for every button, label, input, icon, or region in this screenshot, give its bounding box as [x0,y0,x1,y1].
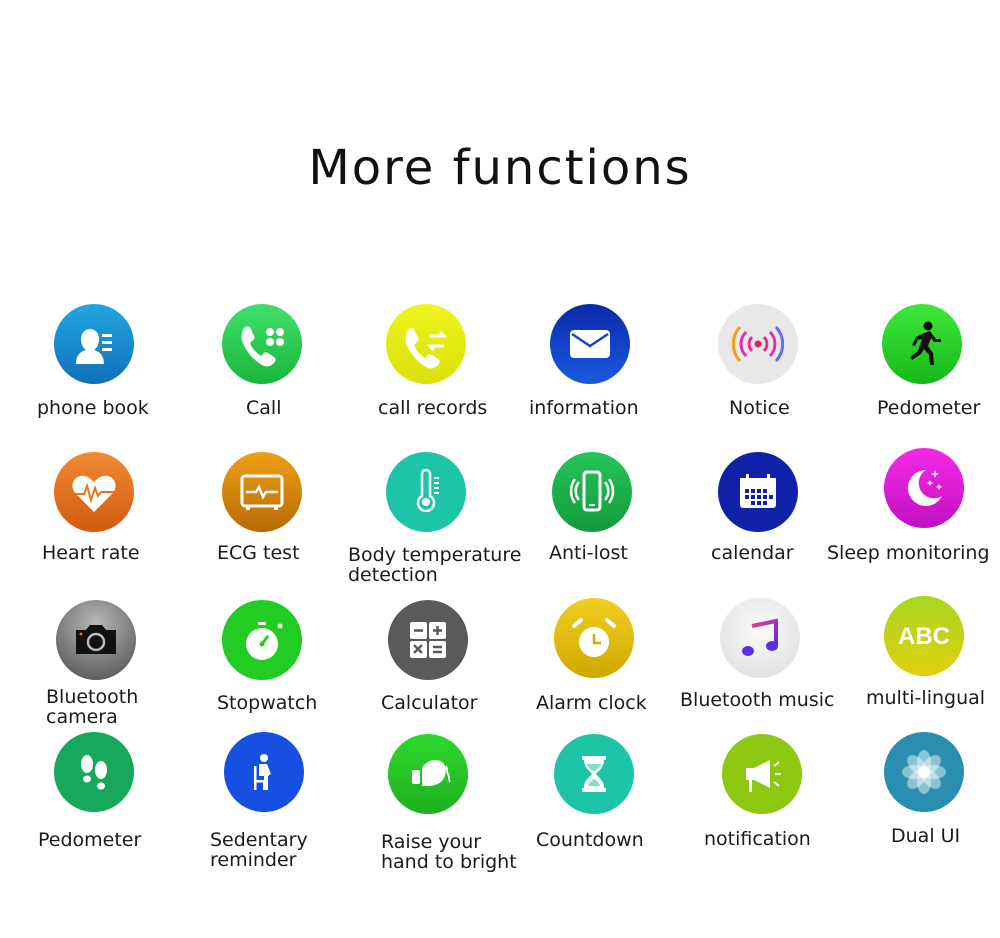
abc-text-icon: ABC [884,596,964,676]
function-label: Call [246,397,282,419]
hourglass-icon [554,734,634,814]
function-label: Sedentary [210,829,308,851]
thermometer-icon [386,452,466,532]
raised-fist-icon [388,734,468,814]
camera-icon [56,600,136,680]
function-label: Calculator [381,692,478,714]
moon-stars-icon [884,448,964,528]
function-label: Heart rate [42,542,140,564]
function-label: ECG test [217,542,300,564]
music-note-icon [720,598,800,678]
function-label: Pedometer [38,829,142,851]
heart-pulse-icon [54,452,134,532]
function-label: Anti-lost [549,542,628,564]
envelope-icon [550,304,630,384]
phone-dialpad-icon [222,304,302,384]
vibrating-phone-icon [552,452,632,532]
calculator-icon [388,600,468,680]
contact-card-icon [54,304,134,384]
phone-transfer-icon [386,304,466,384]
function-label: Body temperature [348,544,522,566]
broadcast-signal-icon [718,304,798,384]
function-label: multi-lingual [866,687,986,709]
function-label: Countdown [536,829,644,851]
function-label: phone book [37,397,149,419]
function-label-line2: detection [348,564,438,586]
function-label: information [529,397,639,419]
function-label: Bluetooth music [680,689,835,711]
running-person-icon [882,304,962,384]
alarm-clock-icon [554,598,634,678]
function-label: Notice [729,397,790,419]
function-label: Dual UI [891,825,961,847]
stopwatch-icon [222,600,302,680]
function-label: Raise your [381,831,482,853]
function-label: Sleep monitoring [827,542,990,564]
function-label: Bluetooth [46,686,139,708]
svg-text:ABC: ABC [898,623,950,650]
calendar-icon [718,452,798,532]
function-label: Stopwatch [217,692,318,714]
function-label: call records [378,397,488,419]
function-label: Alarm clock [536,692,647,714]
page-title: More functions [308,140,692,196]
function-label-line2: hand to bright [381,851,517,873]
footprints-icon [54,732,134,812]
ecg-monitor-icon [222,452,302,532]
function-label: Pedometer [877,397,981,419]
function-label: notification [704,828,811,850]
megaphone-icon [722,734,802,814]
function-label-line2: reminder [210,849,297,871]
seated-person-icon [224,732,304,812]
function-label: calendar [711,542,794,564]
flower-petals-icon [884,732,964,812]
function-label-line2: camera [46,706,118,728]
